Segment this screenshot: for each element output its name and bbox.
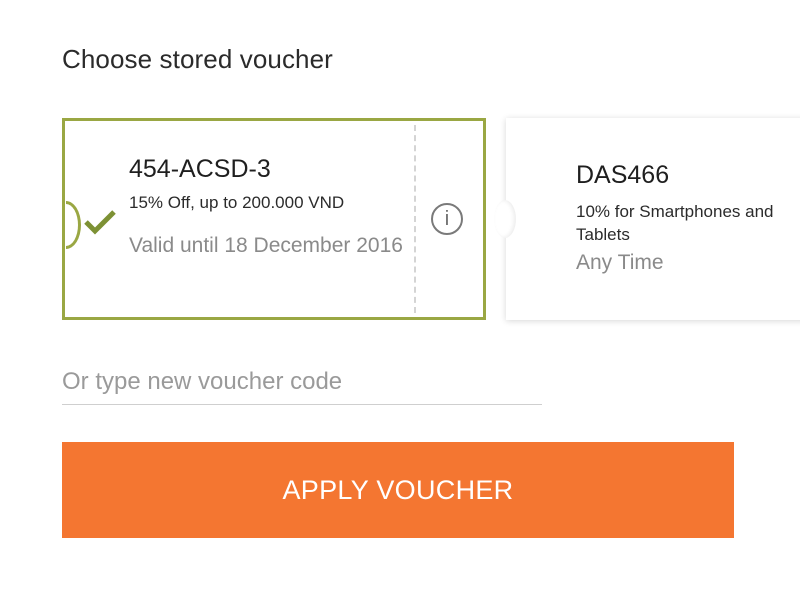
apply-voucher-button[interactable]: APPLY VOUCHER bbox=[62, 442, 734, 538]
ticket-divider bbox=[414, 125, 416, 313]
ticket-notch bbox=[494, 200, 516, 238]
voucher-card[interactable]: DAS466 10% for Smartphones and Tablets A… bbox=[494, 118, 800, 320]
voucher-list: 454-ACSD-3 15% Off, up to 200.000 VND Va… bbox=[0, 118, 800, 323]
ticket-notch bbox=[66, 201, 81, 249]
voucher-validity: Valid until 18 December 2016 bbox=[129, 234, 403, 257]
checkmark-icon bbox=[84, 210, 116, 235]
info-icon[interactable]: i bbox=[431, 203, 463, 235]
voucher-page: Choose stored voucher 454-ACSD-3 15% Off… bbox=[0, 0, 800, 600]
voucher-description: 15% Off, up to 200.000 VND bbox=[129, 193, 345, 212]
voucher-code-input[interactable] bbox=[62, 360, 542, 405]
voucher-description: 10% for Smartphones and Tablets bbox=[576, 202, 774, 244]
section-title: Choose stored voucher bbox=[62, 44, 333, 74]
voucher-code: 454-ACSD-3 bbox=[129, 155, 271, 183]
voucher-validity: Any Time bbox=[576, 251, 664, 274]
voucher-code: DAS466 bbox=[576, 161, 670, 189]
voucher-card-selected[interactable]: 454-ACSD-3 15% Off, up to 200.000 VND Va… bbox=[62, 118, 486, 320]
